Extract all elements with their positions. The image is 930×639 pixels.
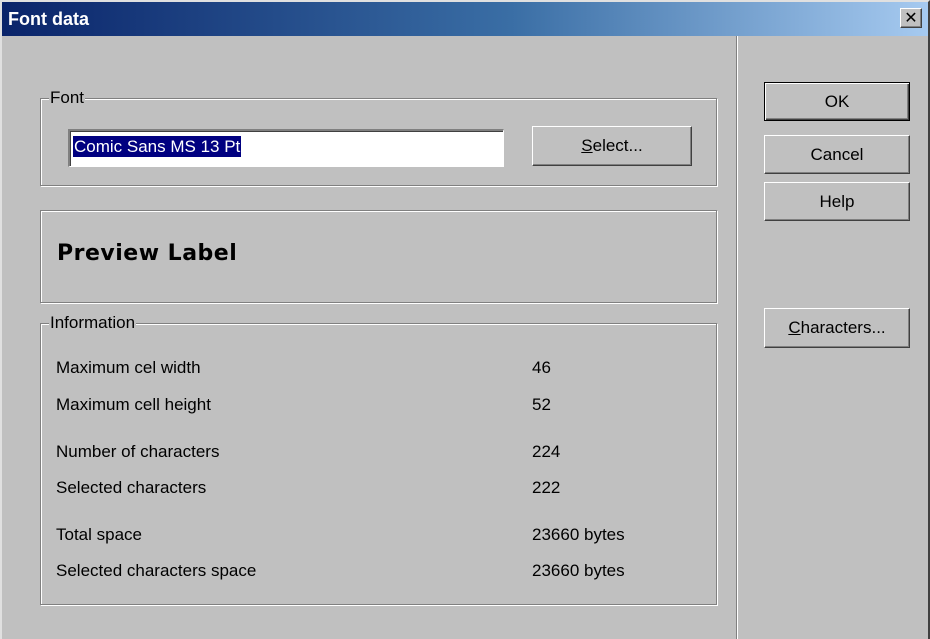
info-label-max-cell-width: Maximum cel width bbox=[56, 358, 201, 377]
info-label-number-of-characters: Number of characters bbox=[56, 442, 220, 461]
info-value-number-of-characters: 224 bbox=[532, 442, 561, 461]
close-icon: ✕ bbox=[904, 8, 918, 27]
close-button[interactable]: ✕ bbox=[900, 8, 922, 28]
window-title: Font data bbox=[8, 8, 89, 29]
ok-button[interactable]: OK bbox=[764, 82, 910, 121]
preview-label: Preview Label bbox=[57, 241, 238, 266]
info-label-selected-characters-space: Selected characters space bbox=[56, 561, 257, 580]
column-divider bbox=[736, 36, 738, 639]
information-group-label: Information bbox=[49, 313, 137, 333]
info-label-selected-characters: Selected characters bbox=[56, 478, 207, 497]
characters-button-label: haracters... bbox=[800, 318, 886, 337]
help-button-label: Help bbox=[819, 191, 855, 211]
cancel-button[interactable]: Cancel bbox=[764, 135, 910, 174]
select-button-label: elect... bbox=[592, 136, 643, 155]
select-button-accel: S bbox=[581, 136, 593, 155]
preview-panel: Preview Label bbox=[40, 210, 717, 303]
help-button[interactable]: Help bbox=[764, 182, 910, 221]
cancel-button-label: Cancel bbox=[810, 144, 864, 164]
info-label-total-space: Total space bbox=[56, 525, 142, 544]
font-group-label: Font bbox=[49, 88, 86, 108]
characters-button[interactable]: Characters... bbox=[764, 308, 910, 348]
font-data-dialog: Font data ✕ Font Comic Sans MS 13 Pt Sel… bbox=[0, 0, 930, 639]
info-value-selected-characters-space: 23660 bytes bbox=[532, 561, 625, 580]
info-label-max-cell-height: Maximum cell height bbox=[56, 395, 211, 414]
font-name-value: Comic Sans MS 13 Pt bbox=[71, 135, 243, 158]
ok-button-label: OK bbox=[824, 91, 850, 111]
characters-button-accel: C bbox=[788, 318, 801, 337]
info-value-max-cell-width: 46 bbox=[532, 358, 551, 377]
title-bar[interactable]: Font data ✕ bbox=[2, 2, 928, 36]
select-font-button[interactable]: Select... bbox=[532, 126, 692, 166]
info-value-selected-characters: 222 bbox=[532, 478, 561, 497]
font-name-field[interactable]: Comic Sans MS 13 Pt bbox=[68, 129, 504, 167]
info-value-total-space: 23660 bytes bbox=[532, 525, 625, 544]
info-value-max-cell-height: 52 bbox=[532, 395, 551, 414]
